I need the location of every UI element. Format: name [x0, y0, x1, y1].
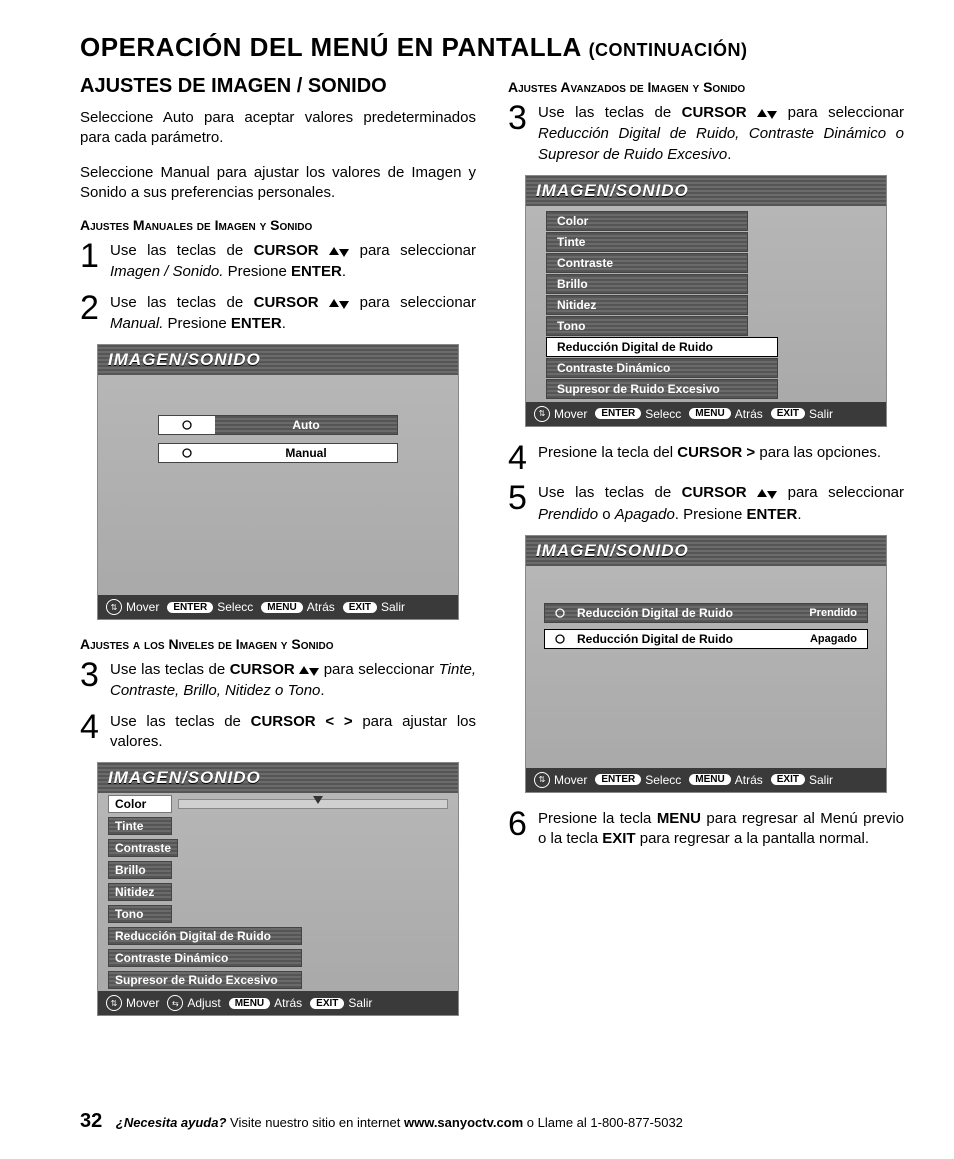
osd-item: Tono — [546, 316, 748, 336]
step-2: 2 Use las teclas de CURSOR para seleccio… — [80, 293, 476, 335]
osd-option-auto: Auto — [158, 415, 398, 435]
subheading-advanced: Ajustes Avanzados de Imagen y Sonido — [508, 79, 904, 95]
osd-title: IMAGEN/SONIDO — [526, 176, 886, 206]
up-down-arrows-icon — [329, 294, 349, 314]
intro-paragraph-1: Seleccione Auto para aceptar valores pre… — [80, 108, 476, 149]
subheading-manual: Ajustes Manuales de Imagen y Sonido — [80, 217, 476, 233]
osd-item: Nitidez — [546, 295, 748, 315]
osd-footer: ⇅Mover ENTERSelecc MENUAtrás EXITSalir — [526, 768, 886, 792]
osd-item: Color — [546, 211, 748, 231]
osd-item-color: Color — [98, 793, 458, 815]
osd-item: Tinte — [546, 232, 748, 252]
leftright-icon: ⇆ — [167, 995, 183, 1011]
osd-title: IMAGEN/SONIDO — [98, 763, 458, 793]
section-heading: AJUSTES DE IMAGEN / SONIDO — [80, 75, 476, 98]
intro-paragraph-2: Seleccione Manual para ajustar los valor… — [80, 163, 476, 204]
step-r4: 4 Presione la tecla del CURSOR > para la… — [508, 443, 904, 474]
osd-item: Supresor de Ruido Excesivo — [546, 379, 778, 399]
osd-title: IMAGEN/SONIDO — [526, 536, 886, 566]
up-down-arrows-icon — [329, 242, 349, 262]
page-title: OPERACIÓN DEL MENÚ EN PANTALLA (CONTINUA… — [80, 32, 904, 63]
osd-footer: ⇅Mover ENTERSelecc MENUAtrás EXITSalir — [98, 595, 458, 619]
updown-icon: ⇅ — [106, 995, 122, 1011]
step-3: 3 Use las teclas de CURSOR para seleccio… — [80, 660, 476, 702]
osd-screenshot-auto-manual: IMAGEN/SONIDO Auto Manual — [97, 344, 459, 620]
osd-item: Brillo — [546, 274, 748, 294]
osd-item: Contraste — [546, 253, 748, 273]
updown-icon: ⇅ — [106, 599, 122, 615]
step-r5: 5 Use las teclas de CURSOR para seleccio… — [508, 483, 904, 525]
osd-screenshot-advanced-list: IMAGEN/SONIDO Color Tinte Contraste Bril… — [525, 175, 887, 427]
page-footer: 32 ¿Necesita ayuda? Visite nuestro sitio… — [80, 1110, 683, 1133]
osd-screenshot-levels: IMAGEN/SONIDO Color Tinte Contraste Bril… — [97, 762, 459, 1016]
step-4: 4 Use las teclas de CURSOR < > para ajus… — [80, 712, 476, 753]
osd-footer: ⇅Mover ENTERSelecc MENUAtrás EXITSalir — [526, 402, 886, 426]
step-r3: 3 Use las teclas de CURSOR para seleccio… — [508, 103, 904, 165]
osd-item: Contraste Dinámico — [546, 358, 778, 378]
osd-title: IMAGEN/SONIDO — [98, 345, 458, 375]
osd-footer: ⇅Mover ⇆Adjust MENUAtrás EXITSalir — [98, 991, 458, 1015]
step-r6: 6 Presione la tecla MENU para regresar a… — [508, 809, 904, 850]
subheading-levels: Ajustes a los Niveles de Imagen y Sonido — [80, 636, 476, 652]
osd-option-manual: Manual — [158, 443, 398, 463]
osd-option-off: Reducción Digital de Ruido Apagado — [544, 629, 868, 649]
osd-option-on: Reducción Digital de Ruido Prendido — [544, 603, 868, 623]
osd-item-selected: Reducción Digital de Ruido — [546, 337, 778, 357]
osd-screenshot-on-off: IMAGEN/SONIDO Reducción Digital de Ruido… — [525, 535, 887, 793]
step-1: 1 Use las teclas de CURSOR para seleccio… — [80, 241, 476, 283]
